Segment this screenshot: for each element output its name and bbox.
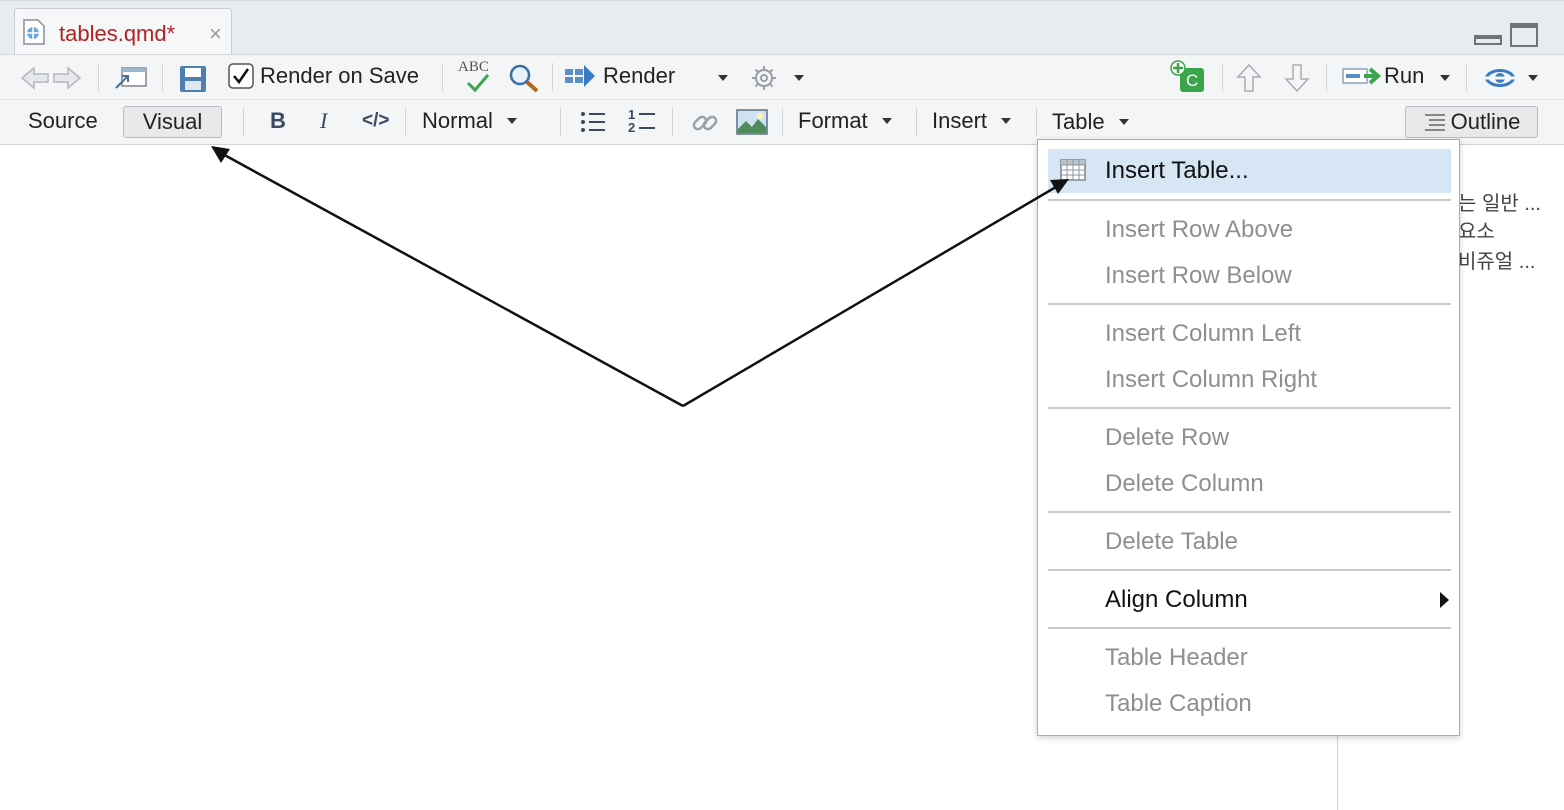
menu-item-insert-row-above[interactable]: Insert Row Above [1048,208,1451,252]
insert-menu-button[interactable]: Insert [932,108,1012,134]
outline-item[interactable]: 는 일반 ... [1458,187,1541,216]
visual-mode-button[interactable]: Visual [123,106,222,138]
menu-item-label: Insert Table... [1105,157,1249,184]
outline-icon [1424,114,1445,131]
render-options-caret-icon[interactable] [718,75,728,81]
save-icon[interactable] [178,64,208,94]
format-menu-label: Format [798,108,868,133]
block-style-dropdown[interactable]: Normal [422,108,517,134]
checkbox-checked-icon[interactable] [228,63,254,89]
back-forward-icon[interactable] [18,65,84,91]
menu-item-label: Table Header [1105,644,1248,671]
run-label: Run [1384,63,1425,88]
image-icon[interactable] [736,109,768,135]
menu-item-table-header[interactable]: Table Header [1048,636,1451,680]
numbered-list-icon [639,113,655,129]
italic-button[interactable]: I [320,108,327,134]
submenu-arrow-icon [1440,592,1449,608]
menu-item-label: Insert Row Below [1105,262,1292,289]
render-button[interactable]: Render [564,63,675,89]
previous-section-icon[interactable] [1236,63,1262,93]
insert-chunk-label: C [1186,71,1199,90]
bold-button[interactable]: B [270,108,286,134]
spellcheck-icon [466,74,490,93]
outline-item[interactable]: 비쥬얼 ... [1458,245,1535,274]
menu-item-delete-column[interactable]: Delete Column [1048,462,1451,506]
main-toolbar: Render on Save ABC Render C Run [0,54,1564,99]
menu-item-label: Insert Column Left [1105,320,1302,347]
show-in-new-window-icon[interactable] [114,64,148,92]
menu-item-insert-table[interactable]: Insert Table... [1048,149,1451,193]
menu-item-label: Delete Column [1105,470,1264,497]
menu-item-label: Table Caption [1105,690,1252,717]
format-menu-button[interactable]: Format [798,108,892,134]
format-caret-icon [881,118,892,124]
gear-icon[interactable] [750,64,778,92]
run-button[interactable]: Run [1342,63,1424,89]
insert-caret-icon [1001,118,1012,124]
menu-item-insert-column-right[interactable]: Insert Column Right [1048,358,1451,402]
menu-item-label: Insert Column Right [1105,366,1318,393]
menu-item-label: Align Column [1105,586,1248,613]
tab-close-icon[interactable]: × [209,21,222,47]
menu-item-insert-column-left[interactable]: Insert Column Left [1048,312,1451,356]
table-caret-icon [1118,119,1129,125]
menu-item-label: Delete Table [1105,528,1238,555]
table-menu-button[interactable]: Table [1052,109,1129,135]
outline-item[interactable]: 요소 [1458,215,1495,244]
run-options-caret-icon[interactable] [1440,75,1450,81]
visual-mode-label: Visual [142,109,203,134]
tab-bar: tables.qmd* × [0,0,1564,56]
insert-menu-label: Insert [932,108,988,133]
publish-icon[interactable] [1482,64,1518,92]
outline-toggle-button[interactable]: Outline [1405,106,1538,138]
code-button[interactable]: </> [362,110,389,132]
block-style-caret-icon [506,118,517,124]
render-label: Render [603,63,676,88]
menu-item-label: Insert Row Above [1105,216,1294,243]
tab-tables-qmd[interactable]: tables.qmd* × [14,8,232,56]
next-section-icon[interactable] [1284,63,1310,93]
menu-item-delete-row[interactable]: Delete Row [1048,416,1451,460]
menu-item-label: Delete Row [1105,424,1230,451]
menu-item-table-caption[interactable]: Table Caption [1048,682,1451,726]
quarto-document-icon [23,19,45,45]
insert-chunk-button[interactable]: C [1170,60,1206,94]
render-on-save-toggle[interactable]: Render on Save [228,63,419,89]
maximize-pane-icon[interactable] [1510,23,1538,47]
publish-options-caret-icon[interactable] [1528,75,1538,81]
spellcheck-button[interactable]: ABC [456,59,496,95]
gear-options-caret-icon[interactable] [794,75,804,81]
render-arrow-icon [565,65,595,87]
outline-label: Outline [1450,109,1521,134]
minimize-pane-icon[interactable] [1474,35,1502,45]
find-replace-icon[interactable] [508,63,540,93]
table-menu-label: Table [1052,109,1105,134]
block-style-label: Normal [422,108,493,133]
table-grid-icon [1060,159,1086,181]
tab-title: tables.qmd* [59,21,176,46]
table-dropdown-menu: Insert Table... Insert Row Above Insert … [1037,139,1460,736]
render-on-save-label: Render on Save [260,63,419,88]
menu-item-insert-row-below[interactable]: Insert Row Below [1048,254,1451,298]
menu-item-align-column[interactable]: Align Column [1048,578,1451,622]
numbered-list-button[interactable]: 1 2 [626,106,656,136]
bullet-list-icon[interactable] [580,110,606,134]
link-icon[interactable] [690,108,720,138]
menu-item-delete-table[interactable]: Delete Table [1048,520,1451,564]
run-icon [1342,67,1382,85]
source-mode-button[interactable]: Source [28,108,98,134]
